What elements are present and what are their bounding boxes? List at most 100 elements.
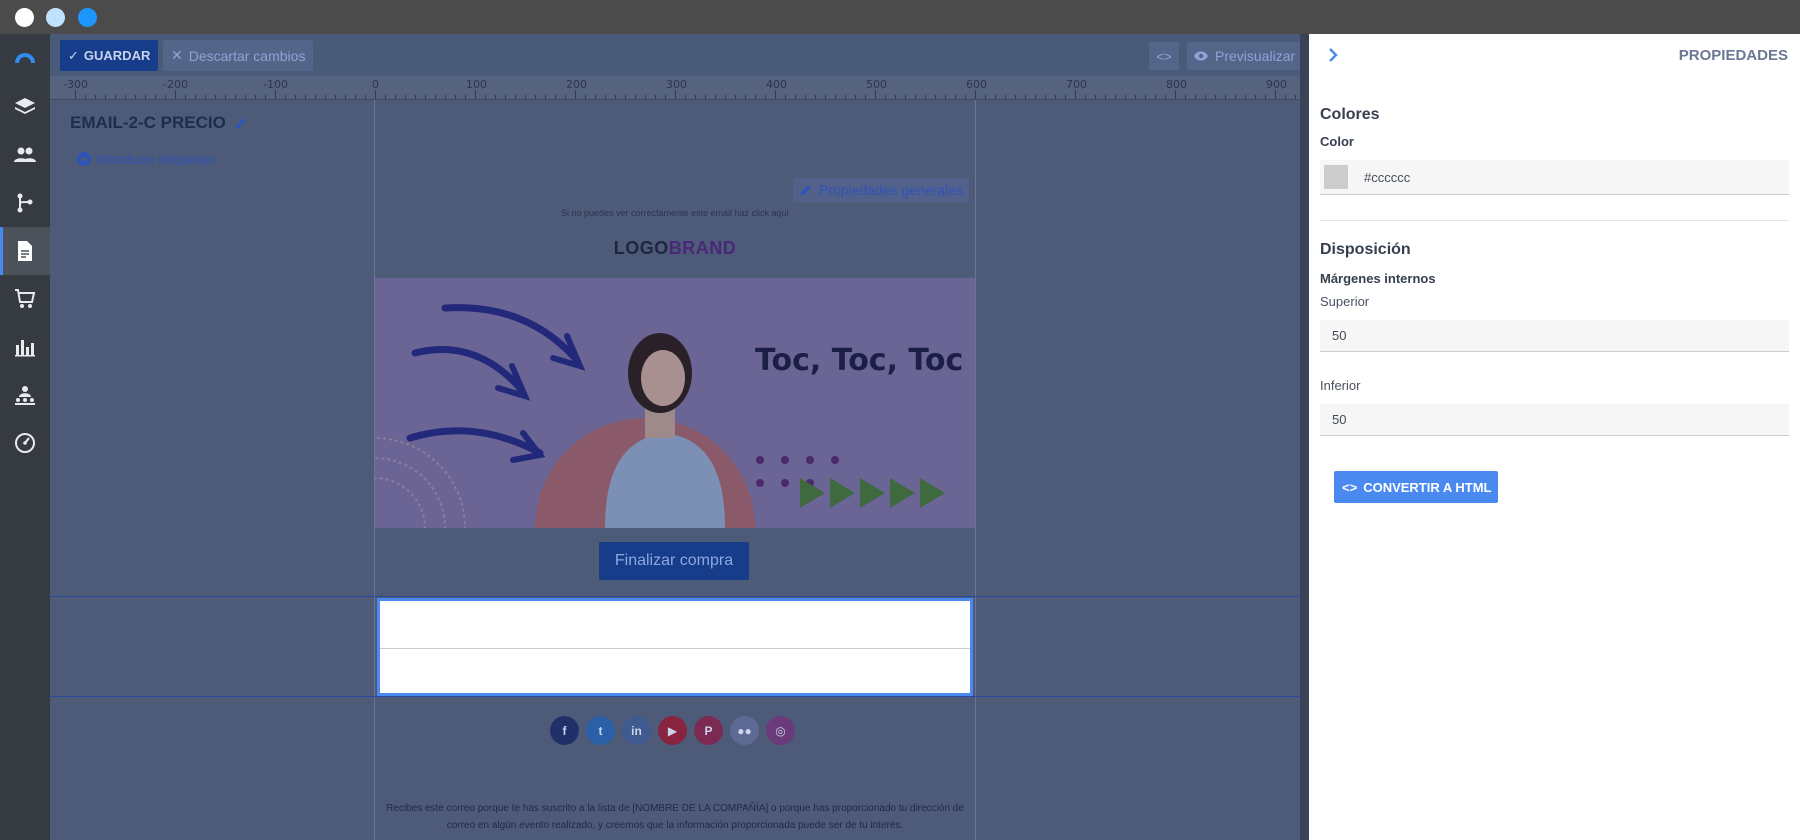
save-button[interactable]: ✓ GUARDAR xyxy=(60,40,159,71)
ruler-tick xyxy=(865,95,866,99)
add-tags-link[interactable]: Introduce etiquetas xyxy=(77,151,215,167)
ruler-tick xyxy=(215,95,216,99)
general-properties-button[interactable]: Propiedades generales xyxy=(793,178,969,202)
cart-icon[interactable] xyxy=(0,275,50,323)
ruler-tick xyxy=(875,90,876,99)
selected-row-top-guide xyxy=(50,596,1300,597)
ruler-tick xyxy=(395,95,396,99)
ruler-tick xyxy=(1255,95,1256,99)
ruler-tick xyxy=(125,95,126,99)
ruler-tick xyxy=(1145,95,1146,99)
ruler-tick xyxy=(175,90,176,99)
instagram-icon[interactable]: ◎ xyxy=(766,716,795,745)
ruler-label: 100 xyxy=(466,78,487,91)
ruler-tick xyxy=(945,95,946,99)
color-swatch[interactable] xyxy=(1324,165,1348,189)
ruler-tick xyxy=(1105,95,1106,99)
ruler-tick xyxy=(275,90,276,99)
properties-header: PROPIEDADES xyxy=(1309,34,1800,76)
linkedin-icon[interactable]: in xyxy=(622,716,651,745)
pencil-icon[interactable] xyxy=(234,116,248,130)
ruler-tick xyxy=(885,95,886,99)
padding-top-input[interactable]: 50 xyxy=(1320,320,1789,352)
left-nav-rail xyxy=(0,34,50,840)
ruler-tick xyxy=(115,95,116,99)
padding-label: Márgenes internos xyxy=(1320,271,1436,286)
ruler-tick xyxy=(1275,90,1276,99)
email-title-text: EMAIL-2-C PRECIO xyxy=(70,113,226,132)
hero-headline: Toc, Toc, Toc xyxy=(755,343,964,378)
facebook-icon[interactable]: f xyxy=(550,716,579,745)
ruler-tick xyxy=(855,95,856,99)
chevron-right-icon[interactable] xyxy=(1323,45,1343,65)
ruler-tick xyxy=(775,90,776,99)
selected-divider-block[interactable] xyxy=(377,598,973,696)
ruler-tick xyxy=(445,95,446,99)
reports-icon[interactable] xyxy=(0,323,50,371)
app-logo-icon[interactable] xyxy=(0,34,50,82)
email-preheader-link[interactable]: Si no puedes ver correctamente este emai… xyxy=(375,208,975,218)
window-minimize-button[interactable] xyxy=(46,8,65,27)
discard-changes-button[interactable]: ✕ Descartar cambios xyxy=(163,40,314,71)
ruler-tick xyxy=(895,95,896,99)
convert-to-html-label: CONVERTIR A HTML xyxy=(1363,479,1492,495)
ruler-tick xyxy=(1015,95,1016,99)
ruler-tick xyxy=(1065,95,1066,99)
ruler-tick xyxy=(585,95,586,99)
padding-bottom-input[interactable]: 50 xyxy=(1320,404,1789,436)
flickr-icon[interactable]: ●● xyxy=(730,716,759,745)
ruler-tick xyxy=(355,95,356,99)
ruler-tick xyxy=(1095,95,1096,99)
ruler-tick xyxy=(535,95,536,99)
preview-button[interactable]: Previsualizar xyxy=(1187,42,1300,70)
ruler-tick xyxy=(245,95,246,99)
selected-row-bottom-guide xyxy=(50,696,1300,697)
ruler-tick xyxy=(905,95,906,99)
ruler-tick xyxy=(785,95,786,99)
ruler-tick xyxy=(135,95,136,99)
templates-icon[interactable] xyxy=(0,227,50,275)
ruler-tick xyxy=(75,90,76,99)
audience-icon[interactable] xyxy=(0,371,50,419)
twitter-icon[interactable]: t xyxy=(586,716,615,745)
checkout-button[interactable]: Finalizar compra xyxy=(599,542,749,580)
code-icon: <> xyxy=(1156,48,1172,64)
ruler-tick xyxy=(475,90,476,99)
ruler-tick xyxy=(295,95,296,99)
ruler-tick xyxy=(1045,95,1046,99)
ruler-tick xyxy=(1195,95,1196,99)
ruler-tick xyxy=(1005,95,1006,99)
flows-icon[interactable] xyxy=(0,179,50,227)
ruler-tick xyxy=(325,95,326,99)
youtube-icon[interactable]: ▶ xyxy=(658,716,687,745)
ruler-tick xyxy=(725,95,726,99)
window-close-button[interactable] xyxy=(15,8,34,27)
ruler-label: 600 xyxy=(966,78,987,91)
properties-panel: PROPIEDADES Colores Color #cccccc Dispos… xyxy=(1309,34,1800,840)
ruler-tick xyxy=(735,95,736,99)
layers-icon[interactable] xyxy=(0,83,50,131)
ruler-tick xyxy=(705,95,706,99)
ruler-tick xyxy=(985,95,986,99)
ruler-tick xyxy=(555,95,556,99)
panel-splitter[interactable] xyxy=(1300,34,1309,840)
pinterest-icon[interactable]: P xyxy=(694,716,723,745)
ruler-tick xyxy=(1245,95,1246,99)
color-field[interactable]: #cccccc xyxy=(1320,160,1789,195)
ruler-tick xyxy=(285,95,286,99)
window-maximize-button[interactable] xyxy=(78,8,97,27)
plus-circle-icon xyxy=(77,152,91,166)
dashboard-gauge-icon[interactable] xyxy=(0,419,50,467)
window-titlebar xyxy=(0,0,1800,34)
email-title: EMAIL-2-C PRECIO xyxy=(70,113,248,133)
convert-to-html-button[interactable]: <> CONVERTIR A HTML xyxy=(1334,471,1498,503)
hero-illustration xyxy=(375,304,945,528)
ruler-tick xyxy=(815,95,816,99)
code-view-button[interactable]: <> xyxy=(1149,42,1179,70)
hero-banner-image[interactable]: Toc, Toc, Toc xyxy=(375,278,975,528)
contacts-icon[interactable] xyxy=(0,131,50,179)
ruler-tick xyxy=(205,95,206,99)
ruler-label: 700 xyxy=(1066,78,1087,91)
ruler-tick xyxy=(85,95,86,99)
ruler-tick xyxy=(435,95,436,99)
